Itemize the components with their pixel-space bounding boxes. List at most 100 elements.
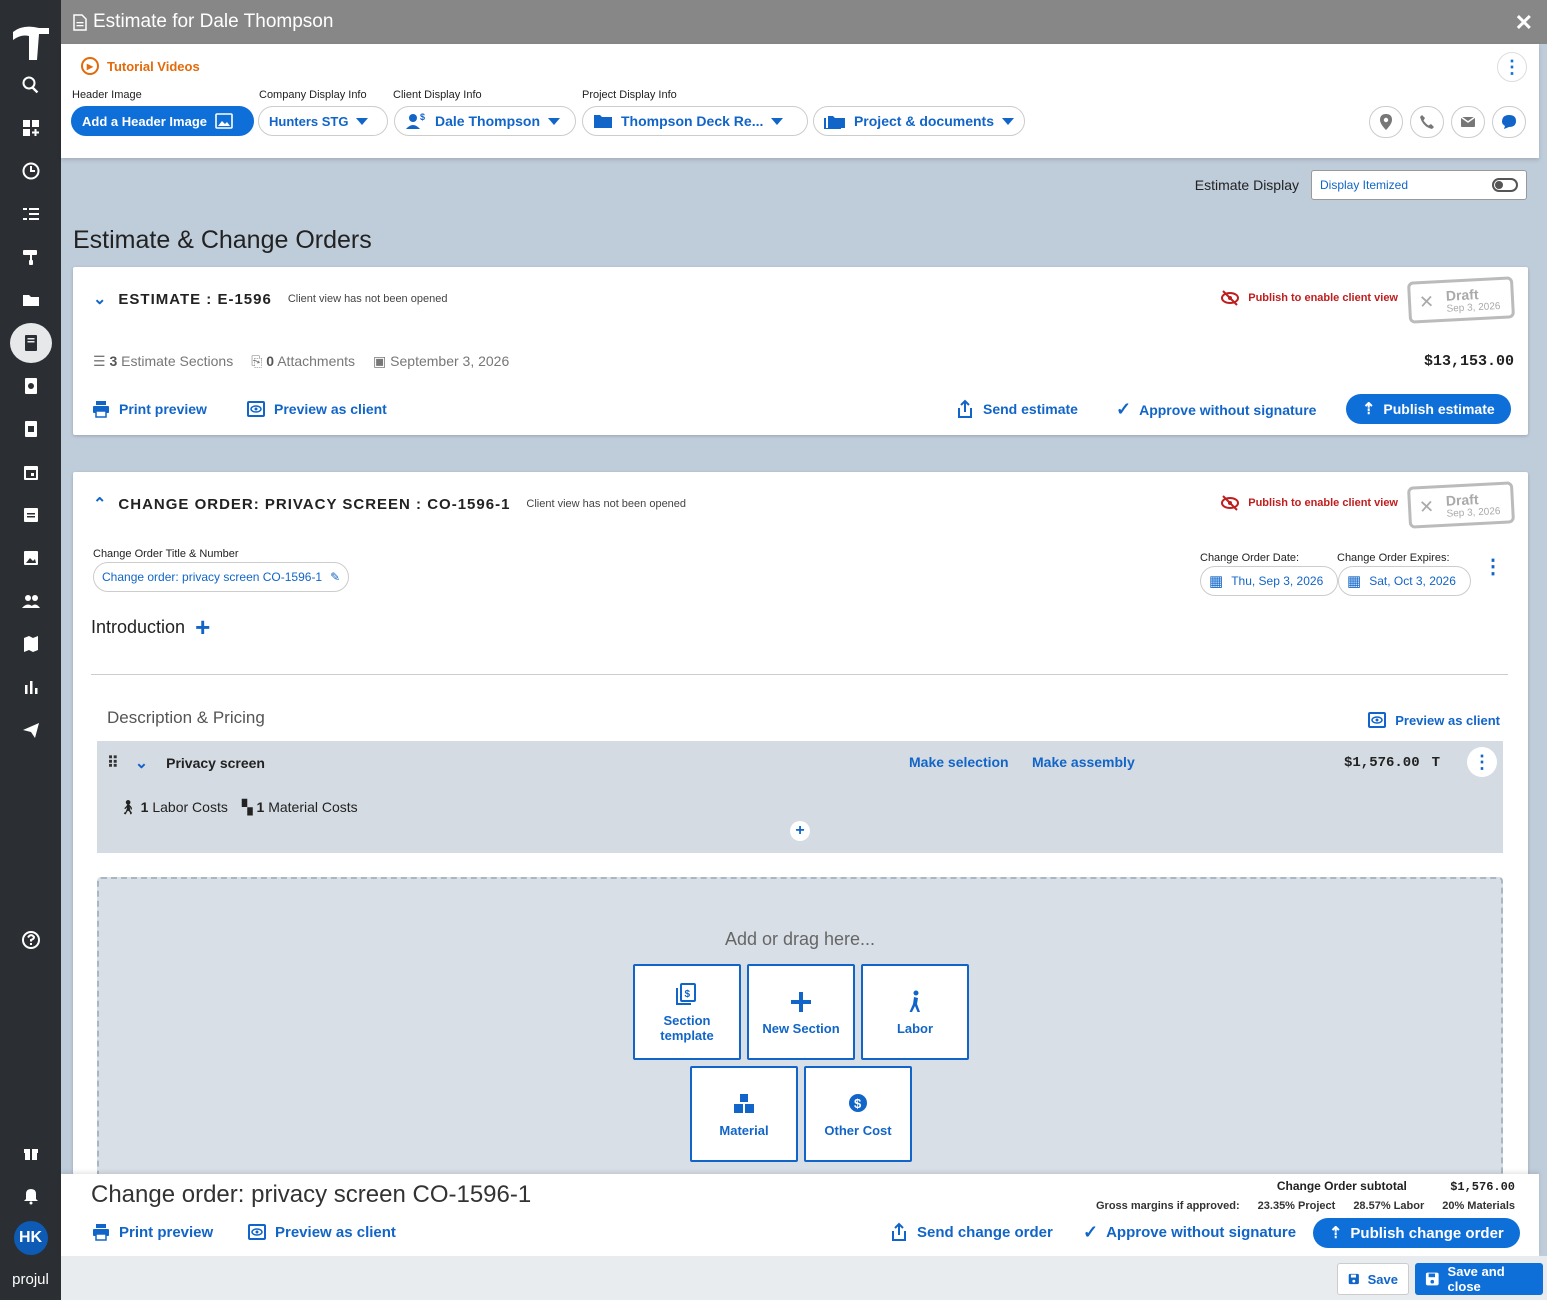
- kebab-menu-icon[interactable]: ⋮: [1483, 554, 1503, 579]
- send-change-order-label: Send change order: [917, 1223, 1053, 1241]
- hammer-logo-icon[interactable]: [9, 22, 53, 62]
- draft-stamp: ✕ Draft Sep 3, 2026: [1406, 276, 1516, 324]
- header-image-label: Header Image: [72, 89, 142, 101]
- pricing-section: ⠿ ⌄ Privacy screen Make selection Make a…: [97, 741, 1503, 853]
- help-icon[interactable]: [10, 920, 52, 960]
- section-price: $1,576.00 T: [1344, 755, 1440, 771]
- location-button[interactable]: [1369, 106, 1403, 138]
- clock-icon[interactable]: [10, 151, 52, 191]
- document-icon[interactable]: [10, 409, 52, 449]
- publish-estimate-label: Publish estimate: [1383, 401, 1495, 417]
- image-icon: [215, 113, 233, 129]
- search-icon[interactable]: [10, 65, 52, 105]
- co-expires-label: Change Order Expires:: [1337, 552, 1450, 564]
- caret-down-icon: [1002, 117, 1014, 125]
- add-header-image-button[interactable]: Add a Header Image: [71, 106, 254, 136]
- printer-icon: [93, 401, 109, 418]
- paint-roller-icon[interactable]: [10, 237, 52, 277]
- tasks-icon[interactable]: [10, 495, 52, 535]
- publish-change-order-button[interactable]: ⇡ Publish change order: [1313, 1218, 1520, 1248]
- gift-icon[interactable]: [10, 1132, 52, 1172]
- send-change-order-button[interactable]: Send change order: [889, 1222, 1053, 1242]
- make-assembly-button[interactable]: Make assembly: [1032, 754, 1135, 770]
- save-button[interactable]: Save: [1337, 1263, 1409, 1295]
- print-preview-button[interactable]: Print preview: [91, 399, 207, 419]
- margins-label: Gross margins if approved:: [1096, 1200, 1240, 1212]
- check-icon: ✓: [1116, 399, 1132, 419]
- make-assembly-label: Make assembly: [1032, 754, 1135, 770]
- calendar-icon: ▣: [373, 353, 387, 369]
- company-display-label: Company Display Info: [259, 89, 367, 101]
- new-section-label: New Section: [762, 1020, 840, 1036]
- display-itemized-toggle[interactable]: Display Itemized: [1311, 170, 1527, 200]
- print-preview-label: Print preview: [119, 1223, 214, 1241]
- approve-without-signature-button[interactable]: ✓ Approve without signature: [1116, 399, 1316, 420]
- preview-as-client-button[interactable]: Preview as client: [247, 1222, 396, 1242]
- section-template-tile[interactable]: $ Section template: [633, 964, 741, 1060]
- project-select[interactable]: Thompson Deck Re...: [582, 106, 808, 136]
- toggle-switch[interactable]: [1492, 178, 1518, 192]
- send-estimate-button[interactable]: Send estimate: [955, 399, 1078, 419]
- section-template-icon: $: [676, 983, 696, 1005]
- reports-icon[interactable]: [10, 667, 52, 707]
- drop-zone[interactable]: Add or drag here... $ Section template N…: [97, 877, 1503, 1197]
- tutorial-videos-link[interactable]: ▶ Tutorial Videos: [81, 57, 200, 75]
- checklist-icon[interactable]: [10, 194, 52, 234]
- print-preview-button[interactable]: Print preview: [91, 1222, 213, 1242]
- client-people-icon: $: [406, 112, 425, 129]
- eye-icon: [247, 401, 265, 417]
- project-value: Thompson Deck Re...: [621, 113, 764, 129]
- people-icon[interactable]: [10, 581, 52, 621]
- dashboard-icon[interactable]: [10, 108, 52, 148]
- close-icon[interactable]: ✕: [1515, 10, 1533, 36]
- co-title-field[interactable]: Change order: privacy screen CO-1596-1 ✎: [93, 562, 350, 592]
- preview-as-client-button[interactable]: Preview as client: [246, 399, 387, 419]
- make-selection-button[interactable]: Make selection: [909, 754, 1009, 770]
- folders-icon[interactable]: [10, 280, 52, 320]
- invoice-icon[interactable]: [10, 366, 52, 406]
- other-cost-tile[interactable]: $ Other Cost: [804, 1066, 912, 1162]
- bottom-action-bar: Save Save and close: [61, 1256, 1547, 1300]
- client-view-status: Client view has not been opened: [526, 498, 687, 510]
- section-kebab-icon[interactable]: ⋮: [1467, 747, 1497, 777]
- phone-button[interactable]: [1410, 106, 1444, 138]
- preview-as-client-button[interactable]: Preview as client: [1367, 710, 1500, 730]
- project-documents-select[interactable]: Project & documents: [813, 106, 1025, 136]
- user-avatar[interactable]: HK: [13, 1221, 48, 1255]
- new-section-tile[interactable]: New Section: [747, 964, 855, 1060]
- tools-icon: ✕: [1418, 495, 1435, 517]
- publish-estimate-button[interactable]: ⇡ Publish estimate: [1346, 394, 1511, 424]
- company-select[interactable]: Hunters STG: [258, 106, 388, 136]
- co-date-value: Thu, Sep 3, 2026: [1231, 574, 1324, 588]
- send-icon[interactable]: [10, 710, 52, 750]
- material-tile[interactable]: Material: [690, 1066, 798, 1162]
- map-icon[interactable]: [10, 624, 52, 664]
- chevron-down-icon[interactable]: ⌄: [93, 289, 106, 309]
- save-and-close-button[interactable]: Save and close: [1415, 1263, 1543, 1295]
- section-name: Privacy screen: [166, 755, 265, 771]
- drag-handle-icon[interactable]: ⠿: [107, 753, 119, 773]
- estimates-icon[interactable]: [9, 323, 52, 363]
- subtotal-label: Change Order subtotal: [1276, 1179, 1407, 1193]
- client-select[interactable]: $ Dale Thompson: [394, 106, 576, 136]
- bell-icon[interactable]: [10, 1175, 52, 1215]
- calendar-icon[interactable]: [10, 452, 52, 492]
- chevron-up-icon[interactable]: ⌃: [93, 494, 106, 514]
- sidebar: HK projul: [0, 0, 61, 1300]
- chat-bubble-icon: [1502, 115, 1516, 129]
- material-label: Material Costs: [268, 799, 358, 815]
- photos-icon[interactable]: [10, 538, 52, 578]
- margin-labor: 28.57% Labor: [1353, 1200, 1425, 1212]
- approve-without-signature-button[interactable]: ✓ Approve without signature: [1083, 1222, 1296, 1243]
- co-expires-field[interactable]: ▦ Sat, Oct 3, 2026: [1338, 566, 1471, 596]
- chevron-down-icon[interactable]: ⌄: [135, 753, 148, 773]
- more-options-icon[interactable]: ⋮: [1497, 52, 1527, 82]
- attachments-label: Attachments: [277, 353, 356, 369]
- add-introduction-icon[interactable]: +: [195, 612, 210, 643]
- co-date-field[interactable]: ▦ Thu, Sep 3, 2026: [1200, 566, 1338, 596]
- add-item-icon[interactable]: +: [790, 821, 810, 841]
- message-button[interactable]: [1492, 106, 1526, 138]
- email-button[interactable]: [1451, 106, 1485, 138]
- calendar-icon: ▦: [1209, 573, 1224, 590]
- labor-tile[interactable]: Labor: [861, 964, 969, 1060]
